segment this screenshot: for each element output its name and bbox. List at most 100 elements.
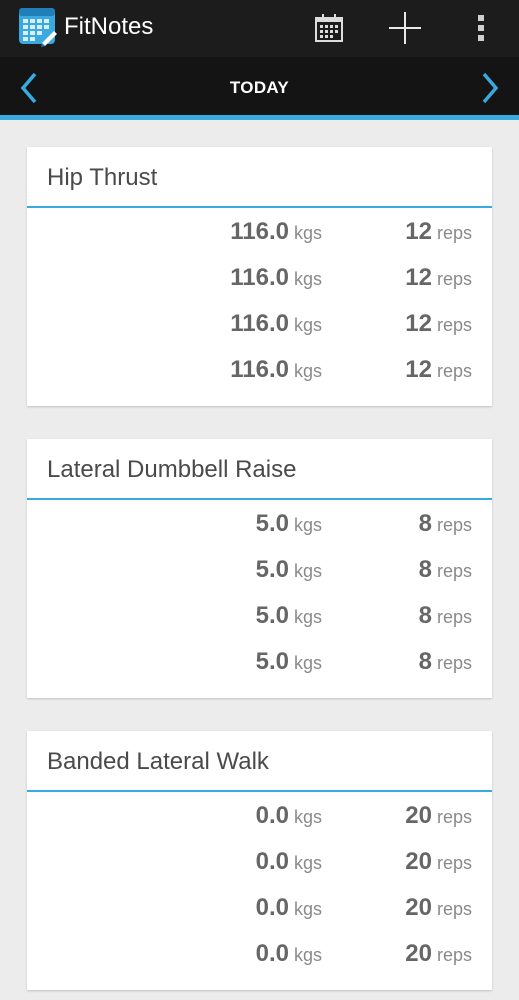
next-day-button[interactable] [474,70,506,106]
reps-unit: reps [436,945,472,965]
set-row[interactable]: 0.0 kgs 20 reps [27,845,492,879]
weight-value: 116.0 [230,264,289,291]
reps-value: 20 [405,894,432,921]
set-weight: 5.0 kgs [256,553,322,590]
weight-value: 5.0 [255,510,289,537]
calendar-button[interactable] [307,8,351,48]
set-weight: 116.0 kgs [230,215,322,252]
set-reps: 20 reps [405,799,472,836]
set-reps: 8 reps [419,553,472,590]
reps-unit: reps [436,361,472,381]
reps-value: 20 [405,802,432,829]
exercise-card[interactable]: Hip Thrust 116.0 kgs 12 reps 116.0 kgs 12 reps 11… [27,147,492,406]
weight-unit: kgs [293,807,322,827]
set-row[interactable]: 116.0 kgs 12 reps [27,353,492,387]
set-row[interactable]: 0.0 kgs 20 reps [27,937,492,971]
exercise-name: Hip Thrust [47,164,158,191]
weight-unit: kgs [293,607,322,627]
reps-unit: reps [436,561,472,581]
weight-unit: kgs [293,361,322,381]
weight-value: 0.0 [255,940,289,967]
reps-unit: reps [436,607,472,627]
reps-value: 8 [418,602,432,629]
chevron-right-icon [482,72,499,104]
weight-unit: kgs [293,561,322,581]
set-weight: 116.0 kgs [230,353,322,390]
weight-value: 0.0 [255,848,289,875]
set-weight: 116.0 kgs [230,307,322,344]
reps-unit: reps [436,653,472,673]
weight-unit: kgs [293,853,322,873]
set-row[interactable]: 5.0 kgs 8 reps [27,507,492,541]
reps-value: 12 [405,218,432,245]
set-reps: 12 reps [405,353,472,390]
set-weight: 5.0 kgs [256,645,322,682]
set-reps: 20 reps [405,845,472,882]
set-reps: 20 reps [405,937,472,974]
app-title: FitNotes [64,13,154,40]
reps-unit: reps [436,853,472,873]
set-row[interactable]: 5.0 kgs 8 reps [27,553,492,587]
set-row[interactable]: 5.0 kgs 8 reps [27,645,492,679]
reps-value: 8 [418,556,432,583]
weight-value: 0.0 [255,802,289,829]
reps-value: 20 [405,940,432,967]
weight-value: 116.0 [230,356,289,383]
weight-unit: kgs [293,899,322,919]
set-row[interactable]: 0.0 kgs 20 reps [27,891,492,925]
reps-value: 8 [418,510,432,537]
weight-unit: kgs [293,653,322,673]
weight-unit: kgs [293,269,322,289]
set-row[interactable]: 116.0 kgs 12 reps [27,307,492,341]
weight-value: 0.0 [255,894,289,921]
app-bar: FitNotes [0,0,519,57]
exercise-card[interactable]: Banded Lateral Walk 0.0 kgs 20 reps 0.0 kgs 20 r… [27,731,492,990]
weight-value: 116.0 [230,310,289,337]
reps-unit: reps [436,515,472,535]
reps-unit: reps [436,899,472,919]
set-row[interactable]: 116.0 kgs 12 reps [27,215,492,249]
set-weight: 0.0 kgs [256,937,322,974]
reps-unit: reps [436,315,472,335]
exercise-name: Banded Lateral Walk [47,748,269,775]
set-row[interactable]: 0.0 kgs 20 reps [27,799,492,833]
set-reps: 8 reps [419,599,472,636]
exercise-card[interactable]: Lateral Dumbbell Raise 5.0 kgs 8 reps 5.0 kgs 8… [27,439,492,698]
reps-value: 12 [405,356,432,383]
set-reps: 8 reps [419,507,472,544]
weight-value: 5.0 [255,648,289,675]
date-label[interactable]: TODAY [0,78,519,98]
set-weight: 116.0 kgs [230,261,322,298]
card-divider [27,498,492,500]
set-weight: 5.0 kgs [256,599,322,636]
fitnotes-app-icon[interactable] [18,7,58,47]
set-weight: 0.0 kgs [256,799,322,836]
weight-value: 116.0 [230,218,289,245]
set-row[interactable]: 5.0 kgs 8 reps [27,599,492,633]
plus-icon [389,12,421,44]
reps-unit: reps [436,807,472,827]
reps-value: 8 [418,648,432,675]
weight-unit: kgs [293,315,322,335]
set-row[interactable]: 116.0 kgs 12 reps [27,261,492,295]
set-reps: 20 reps [405,891,472,928]
weight-value: 5.0 [255,602,289,629]
set-reps: 8 reps [419,645,472,682]
add-exercise-button[interactable] [383,8,427,48]
reps-unit: reps [436,269,472,289]
exercise-name: Lateral Dumbbell Raise [47,456,297,483]
reps-value: 20 [405,848,432,875]
card-divider [27,790,492,792]
weight-value: 5.0 [255,556,289,583]
reps-value: 12 [405,310,432,337]
calendar-icon [315,14,343,42]
overflow-menu-button[interactable] [459,8,503,48]
weight-unit: kgs [293,515,322,535]
date-bar-accent-line [0,115,519,120]
set-reps: 12 reps [405,307,472,344]
weight-unit: kgs [293,223,322,243]
reps-unit: reps [436,223,472,243]
set-reps: 12 reps [405,261,472,298]
set-weight: 0.0 kgs [256,891,322,928]
card-divider [27,206,492,208]
